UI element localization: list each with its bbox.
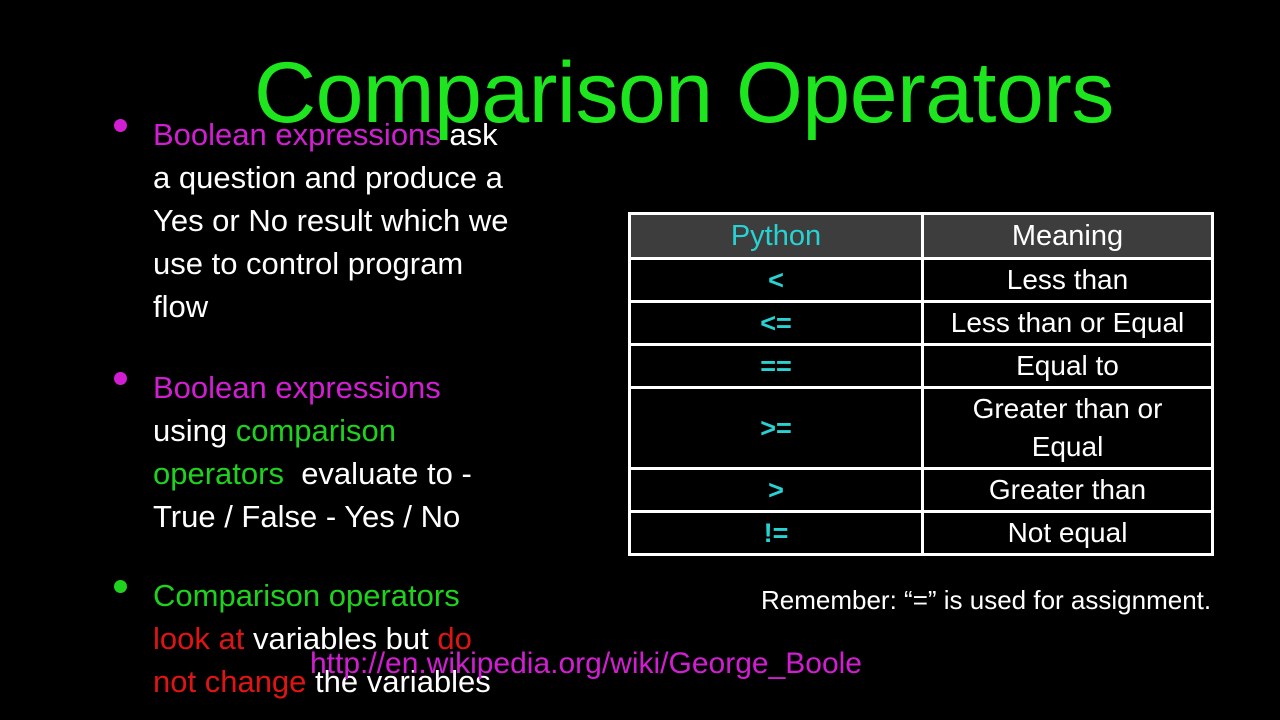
- bullet-line: operators evaluate to -: [153, 452, 472, 495]
- highlighted-text-run: look at: [153, 621, 245, 656]
- operator-cell: >=: [628, 386, 924, 470]
- highlighted-text-run: Boolean expressions: [153, 370, 441, 405]
- bullet-line: Yes or No result which we: [153, 199, 509, 242]
- meaning-cell: Not equal: [921, 510, 1214, 556]
- operator-cell: ==: [628, 343, 924, 389]
- wikipedia-link[interactable]: http://en.wikipedia.org/wiki/George_Bool…: [310, 647, 862, 681]
- table-header-row: Python Meaning: [628, 212, 1214, 260]
- meaning-cell: Greater than or Equal: [921, 386, 1214, 470]
- header-python: Python: [628, 212, 924, 260]
- comparison-operators-table: Python Meaning < Less than <= Less than …: [628, 212, 1214, 556]
- operator-cell: <: [628, 257, 924, 303]
- highlighted-text-run: not change: [153, 664, 307, 699]
- meaning-cell: Greater than: [921, 467, 1214, 513]
- header-meaning: Meaning: [921, 212, 1214, 260]
- highlighted-text-run: comparison: [235, 413, 396, 448]
- table-row: <= Less than or Equal: [628, 300, 1214, 346]
- text-run: using: [153, 413, 236, 448]
- meaning-line: Greater than or: [972, 393, 1163, 424]
- bullet-line: use to control program: [153, 242, 509, 285]
- slide-title: Comparison Operators: [254, 45, 1114, 141]
- table-row: > Greater than: [628, 467, 1214, 513]
- meaning-line: Equal: [1031, 431, 1104, 462]
- highlighted-text-run: Comparison operators: [153, 578, 460, 613]
- bullet-dot-icon: [114, 119, 127, 132]
- bullet-text: Comparison operators look at variables bu…: [153, 574, 491, 703]
- table-row: != Not equal: [628, 510, 1214, 556]
- bullet-dot-icon: [114, 580, 127, 593]
- text-run: flow: [153, 289, 209, 324]
- bullet-text: Boolean expressions ask a question and pr…: [153, 113, 509, 328]
- meaning-cell: Less than: [921, 257, 1214, 303]
- table-row: < Less than: [628, 257, 1214, 303]
- text-run: a question and produce a: [153, 160, 503, 195]
- table-row: == Equal to: [628, 343, 1214, 389]
- bullet-line: Boolean expressions: [153, 366, 472, 409]
- text-run: use to control program: [153, 246, 464, 281]
- bullet-line: Comparison operators: [153, 574, 491, 617]
- operator-cell: !=: [628, 510, 924, 556]
- bullet-dot-icon: [114, 372, 127, 385]
- bullet-line: a question and produce a: [153, 156, 509, 199]
- text-run: True / False - Yes / No: [153, 499, 461, 534]
- bullet-line: True / False - Yes / No: [153, 495, 472, 538]
- meaning-cell: Less than or Equal: [921, 300, 1214, 346]
- remember-note: Remember: “=” is used for assignment.: [761, 585, 1212, 615]
- text-run: evaluate to -: [283, 456, 472, 491]
- table-row: >= Greater than or Equal: [628, 386, 1214, 470]
- bullet-text: Boolean expressions using comparison opera…: [153, 366, 472, 538]
- bullet-line: using comparison: [153, 409, 472, 452]
- meaning-cell: Equal to: [921, 343, 1214, 389]
- text-run: Yes or No result which we: [153, 203, 509, 238]
- operator-cell: >: [628, 467, 924, 513]
- bullet-line: flow: [153, 285, 509, 328]
- highlighted-text-run: operators: [153, 456, 284, 491]
- operator-cell: <=: [628, 300, 924, 346]
